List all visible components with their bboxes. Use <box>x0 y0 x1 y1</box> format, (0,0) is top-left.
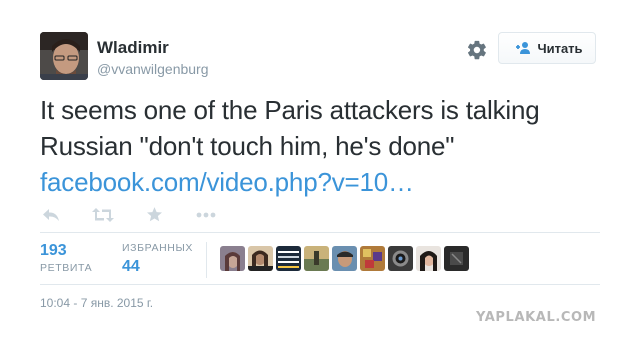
follow-button-label: Читать <box>537 40 583 56</box>
favorite-star-icon[interactable] <box>146 206 163 223</box>
reply-icon[interactable] <box>42 208 60 222</box>
stats-separator <box>206 242 207 278</box>
avatar-photo <box>40 32 88 80</box>
favoriter-avatar[interactable] <box>444 246 469 271</box>
tweet-actions <box>0 206 640 226</box>
favoriter-avatar[interactable] <box>416 246 441 271</box>
author-avatar[interactable] <box>40 32 88 80</box>
favoriter-avatar[interactable] <box>304 246 329 271</box>
favoriter-avatar[interactable] <box>388 246 413 271</box>
favorites-count[interactable]: 44 <box>122 258 140 276</box>
tweet-link[interactable]: facebook.com/video.php?v=10… <box>40 167 414 197</box>
tweet-text-line-1: It seems one of the Paris attackers is t… <box>40 95 540 125</box>
retweet-icon[interactable] <box>92 208 114 222</box>
follow-button[interactable]: Читать <box>498 32 596 64</box>
tweet-text: It seems one of the Paris attackers is t… <box>40 92 560 200</box>
tweet-text-line-2: Russian "don't touch him, he's done" <box>40 131 455 161</box>
favoriter-avatar[interactable] <box>276 246 301 271</box>
favorited-by-avatars <box>220 246 469 272</box>
retweets-label: РЕТВИТА <box>40 262 93 274</box>
favoriter-avatar[interactable] <box>332 246 357 271</box>
favoriter-avatar[interactable] <box>220 246 245 271</box>
author-handle[interactable]: @vvanwilgenburg <box>97 61 209 77</box>
add-user-icon <box>511 41 531 55</box>
divider-bottom <box>40 284 600 285</box>
favoriter-avatar[interactable] <box>248 246 273 271</box>
divider-top <box>40 232 600 233</box>
tweet-card: Wladimir @vvanwilgenburg Читать It seems… <box>0 0 640 348</box>
tweet-timestamp[interactable]: 10:04 - 7 янв. 2015 г. <box>40 296 153 310</box>
favoriter-avatar[interactable] <box>360 246 385 271</box>
retweets-count[interactable]: 193 <box>40 242 67 260</box>
site-watermark: YAPLAKAL.COM <box>476 310 597 325</box>
author-name[interactable]: Wladimir <box>97 38 169 58</box>
tweet-stats: 193 РЕТВИТА ИЗБРАННЫХ 44 <box>0 236 640 284</box>
gear-icon[interactable] <box>466 39 488 61</box>
more-dots-icon[interactable] <box>196 212 216 218</box>
favorites-label: ИЗБРАННЫХ <box>122 242 193 254</box>
